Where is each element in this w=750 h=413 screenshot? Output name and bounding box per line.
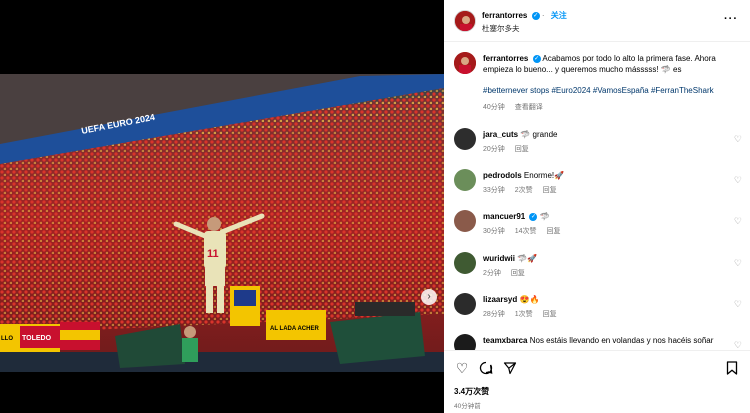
comment-icon[interactable] <box>478 360 494 376</box>
heart-icon[interactable]: ♡ <box>734 175 742 186</box>
like-heart-icon[interactable]: ♡ <box>454 360 470 376</box>
caption-time[interactable]: 40分钟 <box>483 104 505 111</box>
reply-button[interactable]: 回复 <box>511 270 525 277</box>
comment-time[interactable]: 33分钟 <box>483 187 505 194</box>
comment-username[interactable]: mancuer91 <box>483 212 525 221</box>
media-pane: UEFA EURO 2024 TOLEDO LLO AL LADA ACHER <box>0 0 444 413</box>
post-timestamp[interactable]: 40分钟前 <box>454 400 481 410</box>
verified-badge-icon: ✓ <box>531 11 540 20</box>
like-count[interactable]: 3.4万次赞 <box>454 386 489 397</box>
flag-text-llo: LLO <box>1 336 13 342</box>
comment-likes[interactable]: 2次赞 <box>515 187 533 194</box>
heart-icon[interactable]: ♡ <box>734 216 742 227</box>
comment-username[interactable]: pedrodols <box>483 171 522 180</box>
comment-likes[interactable]: 14次赞 <box>515 228 537 235</box>
comment-text: Nos estáis llevando en volandas y nos ha… <box>529 336 714 345</box>
comment-text: 😍🔥 <box>519 295 540 304</box>
author-avatar[interactable] <box>454 10 476 32</box>
comment-row: jara_cuts 🦈 grande 20分钟 回复 ♡ <box>454 128 742 162</box>
comment-time[interactable]: 2分钟 <box>483 270 501 277</box>
comment-text: 🦈 <box>539 212 550 221</box>
caption-avatar[interactable] <box>454 52 476 74</box>
comment-likes[interactable]: 1次赞 <box>515 311 533 318</box>
flag-text-toledo: TOLEDO <box>22 335 52 342</box>
reply-button[interactable]: 回复 <box>515 146 529 153</box>
follow-button[interactable]: 关注 <box>551 11 567 20</box>
reply-button[interactable]: 回复 <box>547 228 561 235</box>
chevron-right-icon: › <box>427 291 431 302</box>
comment-row: wuridwii 🦈🚀 2分钟 回复 ♡ <box>454 252 742 286</box>
stadium-illustration: UEFA EURO 2024 TOLEDO LLO AL LADA ACHER <box>0 74 444 372</box>
flag-text-alacher: AL LADA ACHER <box>270 326 319 332</box>
post-location[interactable]: 杜塞尔多夫 <box>482 23 520 34</box>
comment-username[interactable]: wuridwii <box>483 254 515 263</box>
carousel-next-button[interactable]: › <box>421 289 437 305</box>
comment-avatar[interactable] <box>454 210 476 232</box>
comment-text: 🦈 grande <box>520 130 558 139</box>
post-action-bar: ♡ 3.4万次赞 40分钟前 <box>444 350 750 413</box>
comment-row: pedrodols Enorme!🚀 33分钟 2次赞 回复 ♡ <box>454 169 742 203</box>
bookmark-icon[interactable] <box>724 360 740 376</box>
comment-text: 🦈🚀 <box>517 254 538 263</box>
comment-avatar[interactable] <box>454 252 476 274</box>
svg-text:11: 11 <box>207 248 219 260</box>
comments-section[interactable]: ferrantorres ✓ Acabamos por todo lo alto… <box>444 42 750 360</box>
comment-time[interactable]: 30分钟 <box>483 228 505 235</box>
comment-text: Enorme!🚀 <box>523 171 565 180</box>
heart-icon[interactable]: ♡ <box>734 299 742 310</box>
verified-badge-icon: ✓ <box>532 54 541 63</box>
comment-username[interactable]: lizaarsyd <box>483 295 517 304</box>
caption-hashtags[interactable]: #betternever stops #Euro2024 #VamosEspañ… <box>483 85 733 96</box>
more-options-icon[interactable]: ··· <box>724 13 738 25</box>
comment-row: lizaarsyd 😍🔥 28分钟 1次赞 回复 ♡ <box>454 293 742 327</box>
post-side-panel: ferrantorres ✓ · 关注 杜塞尔多夫 ··· ferrantorr… <box>444 0 750 413</box>
comment-time[interactable]: 28分钟 <box>483 311 505 318</box>
see-translation-link[interactable]: 查看翻译 <box>515 104 543 111</box>
verified-badge-icon: ✓ <box>529 212 538 221</box>
author-username[interactable]: ferrantorres <box>482 11 527 20</box>
post-photo[interactable]: UEFA EURO 2024 TOLEDO LLO AL LADA ACHER <box>0 74 444 372</box>
comment-time[interactable]: 20分钟 <box>483 146 505 153</box>
heart-icon[interactable]: ♡ <box>734 134 742 145</box>
comment-avatar[interactable] <box>454 128 476 150</box>
share-send-icon[interactable] <box>502 360 518 376</box>
post-header: ferrantorres ✓ · 关注 杜塞尔多夫 ··· <box>444 0 750 42</box>
comment-avatar[interactable] <box>454 169 476 191</box>
reply-button[interactable]: 回复 <box>543 187 557 194</box>
comment-avatar[interactable] <box>454 293 476 315</box>
comment-username[interactable]: jara_cuts <box>483 130 518 139</box>
reply-button[interactable]: 回复 <box>543 311 557 318</box>
heart-icon[interactable]: ♡ <box>734 258 742 269</box>
comment-username[interactable]: teamxbarca <box>483 336 527 345</box>
caption-username[interactable]: ferrantorres <box>483 54 528 63</box>
comment-row: mancuer91 ✓ 🦈 30分钟 14次赞 回复 ♡ <box>454 210 742 244</box>
caption-row: ferrantorres ✓ Acabamos por todo lo alto… <box>454 52 742 128</box>
